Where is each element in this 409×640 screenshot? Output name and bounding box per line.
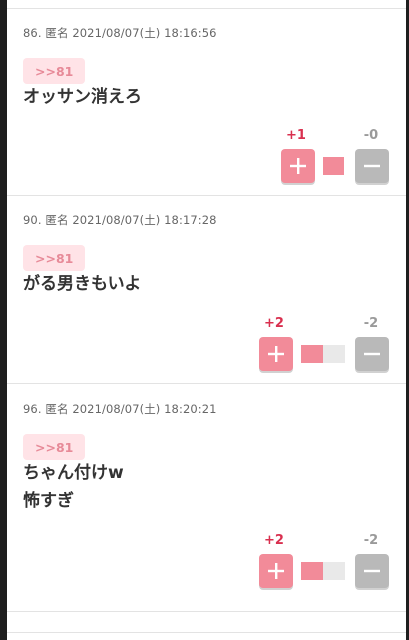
comment-number: 90. bbox=[23, 213, 42, 227]
comment-author: 匿名 bbox=[45, 402, 69, 416]
comment-line: ちゃん付けw bbox=[23, 463, 124, 483]
comment-line: 怖すぎ bbox=[23, 491, 74, 511]
reply-anchor-link[interactable]: >>81 bbox=[23, 58, 86, 84]
vote-ratio-bar bbox=[323, 157, 344, 175]
comment-list: 86. 匿名 2021/08/07(土) 18:16:56 >>81 オッサン消… bbox=[7, 0, 406, 640]
plus-count: +1 bbox=[286, 128, 306, 143]
vote-ratio-fill bbox=[301, 562, 323, 580]
comment-item: 96. 匿名 2021/08/07(土) 18:20:21 >>81 ちゃん付け… bbox=[7, 384, 406, 612]
comment-number: 86. bbox=[23, 26, 42, 40]
comment-datetime: 2021/08/07(土) 18:20:21 bbox=[72, 402, 217, 416]
reply-anchor-link[interactable]: >>81 bbox=[23, 245, 86, 271]
minus-count: -2 bbox=[363, 533, 379, 548]
minus-vote-button[interactable] bbox=[355, 149, 389, 183]
minus-icon bbox=[364, 164, 380, 168]
plus-icon bbox=[290, 158, 306, 174]
minus-icon bbox=[364, 569, 380, 573]
comment-line: オッサン消えろ bbox=[23, 87, 142, 107]
comment-meta: 96. 匿名 2021/08/07(土) 18:20:21 bbox=[23, 401, 217, 417]
minus-icon bbox=[364, 352, 380, 356]
comment-item: 86. 匿名 2021/08/07(土) 18:16:56 >>81 オッサン消… bbox=[7, 9, 406, 196]
comment-author: 匿名 bbox=[45, 26, 69, 40]
plus-count: +2 bbox=[264, 533, 284, 548]
vote-ratio-bar bbox=[301, 345, 345, 363]
comment-body: オッサン消えろ bbox=[23, 83, 142, 111]
plus-vote-button[interactable] bbox=[259, 337, 293, 371]
plus-icon bbox=[268, 346, 284, 362]
comment-line: がる男きもいよ bbox=[23, 274, 142, 294]
comment-author: 匿名 bbox=[45, 213, 69, 227]
comment-datetime: 2021/08/07(土) 18:17:28 bbox=[72, 213, 217, 227]
plus-count: +2 bbox=[264, 316, 284, 331]
reply-anchor-link[interactable]: >>81 bbox=[23, 434, 86, 460]
plus-vote-button[interactable] bbox=[281, 149, 315, 183]
plus-vote-button[interactable] bbox=[259, 554, 293, 588]
screen: 86. 匿名 2021/08/07(土) 18:16:56 >>81 オッサン消… bbox=[0, 0, 409, 640]
comment-number: 96. bbox=[23, 402, 42, 416]
comment-body: ちゃん付けw 怖すぎ bbox=[23, 459, 124, 515]
minus-count: -2 bbox=[363, 316, 379, 331]
vote-ratio-fill bbox=[301, 345, 323, 363]
comment-item: 90. 匿名 2021/08/07(土) 18:17:28 >>81 がる男きも… bbox=[7, 196, 406, 384]
plus-icon bbox=[268, 563, 284, 579]
minus-vote-button[interactable] bbox=[355, 337, 389, 371]
vote-ratio-bar bbox=[301, 562, 345, 580]
minus-count: -0 bbox=[363, 128, 379, 143]
comment-datetime: 2021/08/07(土) 18:16:56 bbox=[72, 26, 217, 40]
comment-meta: 90. 匿名 2021/08/07(土) 18:17:28 bbox=[23, 212, 217, 228]
comment-meta: 86. 匿名 2021/08/07(土) 18:16:56 bbox=[23, 25, 217, 41]
vote-ratio-fill bbox=[323, 157, 344, 175]
comment-body: がる男きもいよ bbox=[23, 270, 141, 298]
minus-vote-button[interactable] bbox=[355, 554, 389, 588]
left-edge bbox=[0, 0, 7, 640]
divider bbox=[7, 632, 406, 633]
